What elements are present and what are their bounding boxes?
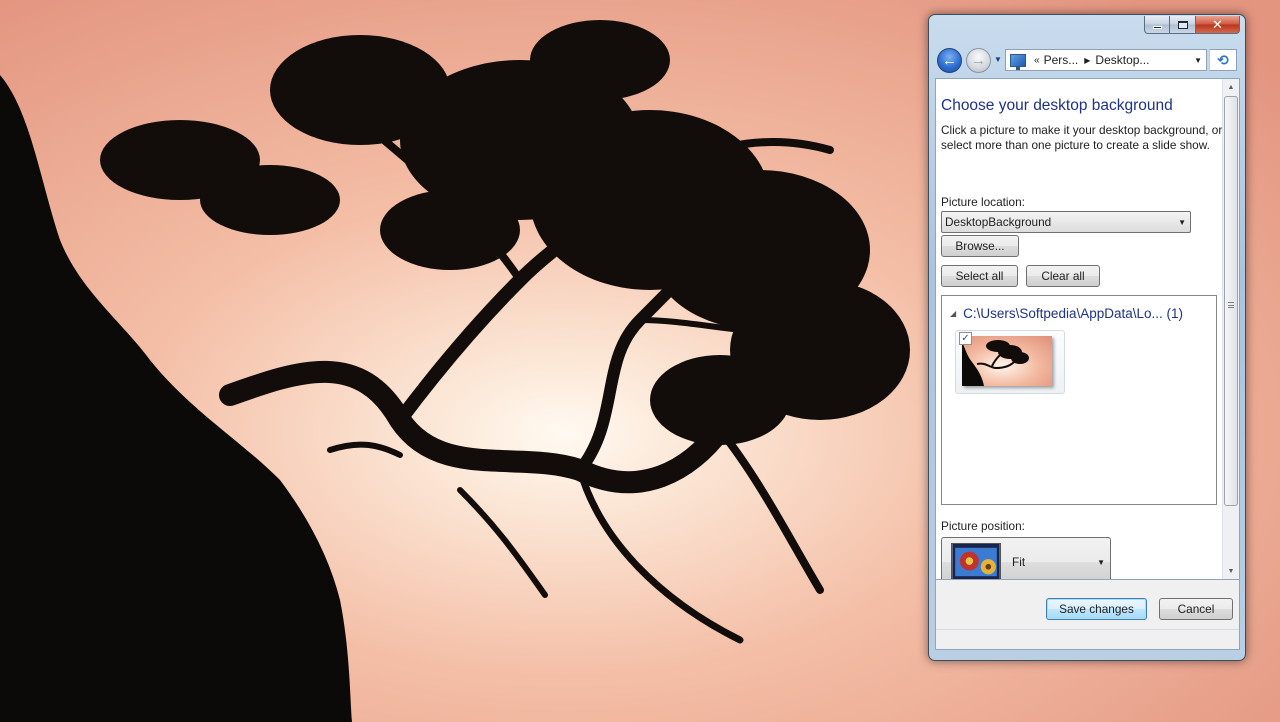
forward-arrow-icon[interactable]: → xyxy=(966,48,991,73)
grip-icon xyxy=(1228,302,1234,308)
group-header[interactable]: ◢ C:\Users\Softpedia\AppData\Lo... (1) xyxy=(950,306,1183,321)
dropdown-arrow-icon: ▼ xyxy=(1178,217,1186,227)
breadcrumb-overflow[interactable]: « xyxy=(1034,55,1040,66)
status-bar xyxy=(936,629,1239,649)
tree-wallpaper-thumbnail xyxy=(962,336,1052,386)
save-changes-button[interactable]: Save changes xyxy=(1046,598,1147,620)
navigation-bar: ← → ▼ « Pers... ▶ Desktop... ▼ ⟲ xyxy=(935,46,1241,74)
select-all-button[interactable]: Select all xyxy=(941,265,1018,287)
address-dropdown-icon[interactable]: ▼ xyxy=(1194,56,1202,65)
page-title: Choose your desktop background xyxy=(941,97,1173,114)
thumbnail-checkbox[interactable]: ✓ xyxy=(959,332,972,345)
back-arrow-icon[interactable]: ← xyxy=(937,48,962,73)
picture-position-dropdown[interactable]: Fit ▼ xyxy=(941,537,1111,579)
dialog-footer: Save changes Cancel xyxy=(935,580,1240,650)
picture-location-label: Picture location: xyxy=(941,195,1025,209)
address-bar[interactable]: « Pers... ▶ Desktop... ▼ xyxy=(1005,49,1207,71)
collapse-triangle-icon[interactable]: ◢ xyxy=(950,309,956,318)
picture-location-dropdown[interactable]: DesktopBackground ▼ xyxy=(941,211,1191,233)
desktop-background-window: ✕ ← → ▼ « Pers... ▶ Desktop... ▼ ⟲ Choos… xyxy=(928,14,1246,661)
picture-gallery[interactable]: ◢ C:\Users\Softpedia\AppData\Lo... (1) ✓ xyxy=(941,295,1217,505)
maximize-icon[interactable] xyxy=(1170,16,1196,34)
scroll-up-icon[interactable]: ▲ xyxy=(1223,79,1239,95)
page-description: Click a picture to make it your desktop … xyxy=(941,123,1223,152)
breadcrumb-separator-icon[interactable]: ▶ xyxy=(1084,56,1090,65)
group-header-path: C:\Users\Softpedia\AppData\Lo... (1) xyxy=(963,306,1184,321)
cancel-button[interactable]: Cancel xyxy=(1159,598,1233,620)
control-panel-icon xyxy=(1010,53,1026,70)
caption-buttons: ✕ xyxy=(1144,16,1240,34)
scroll-down-icon[interactable]: ▼ xyxy=(1223,563,1239,579)
picture-position-value: Fit xyxy=(1012,555,1026,569)
minimize-icon[interactable] xyxy=(1144,16,1170,34)
breadcrumb-item-personalization[interactable]: Pers... xyxy=(1044,53,1079,67)
clear-all-button[interactable]: Clear all xyxy=(1026,265,1100,287)
vertical-scrollbar[interactable]: ▲ ▼ xyxy=(1222,79,1239,579)
dropdown-arrow-icon: ▼ xyxy=(1097,557,1105,567)
fit-position-icon xyxy=(951,543,1001,579)
scroll-thumb[interactable] xyxy=(1224,96,1238,506)
picture-location-value: DesktopBackground xyxy=(945,215,1052,229)
breadcrumb-item-desktop-background[interactable]: Desktop... xyxy=(1095,53,1149,67)
picture-thumbnail[interactable]: ✓ xyxy=(955,330,1065,394)
close-icon[interactable]: ✕ xyxy=(1196,16,1240,34)
content-pane: Choose your desktop background Click a p… xyxy=(935,78,1240,580)
browse-button[interactable]: Browse... xyxy=(941,235,1019,257)
refresh-icon[interactable]: ⟲ xyxy=(1209,49,1237,71)
recent-pages-dropdown-icon[interactable]: ▼ xyxy=(994,55,1002,64)
picture-position-label: Picture position: xyxy=(941,519,1025,533)
